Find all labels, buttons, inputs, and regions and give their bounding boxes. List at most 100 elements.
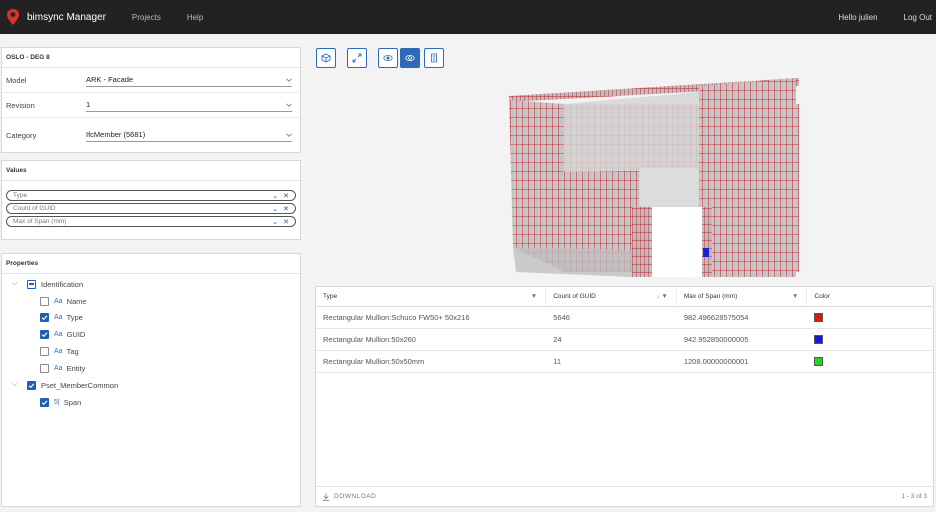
checkbox-type[interactable]: [40, 312, 49, 322]
color-swatch[interactable]: [814, 335, 824, 344]
checkbox-entity[interactable]: [40, 363, 49, 373]
expand-icon: [352, 53, 362, 63]
cell-type: Rectangular Mullion:50x50mm: [323, 357, 425, 366]
cube-icon: [321, 53, 331, 63]
download-button[interactable]: DOWNLOAD: [322, 493, 376, 501]
properties-panel: Properties ⌵ Identification Aa Name Aa T…: [1, 253, 301, 507]
pagination-info: 1 - 3 of 3: [901, 493, 927, 500]
value-chip-count-of-guid[interactable]: Count of GUID ⌄ ✕: [6, 203, 296, 214]
model-select[interactable]: ARK - Facade: [86, 73, 292, 87]
model-portal-left-frame: [632, 207, 652, 277]
model-viewer[interactable]: [504, 72, 804, 286]
chevron-down-icon[interactable]: ⌄: [272, 192, 278, 200]
view-3d-button[interactable]: [316, 48, 336, 68]
check-icon: [41, 399, 48, 405]
color-swatch[interactable]: [814, 357, 824, 366]
eye-icon: [383, 55, 393, 61]
values-title: Values: [2, 161, 300, 181]
checkbox-pset-membercommon[interactable]: [27, 380, 36, 390]
revision-field-row: Revision 1: [2, 93, 300, 118]
checkbox-tag[interactable]: [40, 346, 49, 356]
top-navbar: bimsync Manager Projects Help Hello juli…: [0, 0, 936, 34]
check-icon: [41, 314, 48, 320]
value-chip-max-of-span[interactable]: Max of Span (mm) ⌄ ✕: [6, 216, 296, 227]
tree-item-tag[interactable]: Aa Tag: [40, 345, 79, 357]
download-label: DOWNLOAD: [334, 493, 377, 500]
filter-icon[interactable]: ▼: [531, 293, 537, 300]
color-swatch[interactable]: [814, 313, 824, 322]
project-title: OSLO - DEG 8: [2, 48, 300, 68]
category-label: Category: [6, 130, 37, 140]
model-atrium-box: [638, 166, 700, 208]
cell-count: 11: [553, 357, 562, 366]
category-select[interactable]: IfcMember (5681): [86, 128, 292, 142]
properties-title: Properties: [2, 254, 300, 274]
checkbox-span[interactable]: [40, 397, 49, 407]
checkbox-guid[interactable]: [40, 329, 49, 339]
cell-count: 24: [553, 335, 562, 344]
tree-item-entity[interactable]: Aa Entity: [40, 362, 85, 374]
model-right-wing: [699, 78, 796, 277]
list-icon: [431, 53, 437, 63]
nav-projects-link[interactable]: Projects: [132, 13, 161, 22]
table-footer: DOWNLOAD 1 - 3 of 3: [316, 486, 933, 506]
model-highlight-blue-member: [703, 248, 709, 257]
tree-item-label: Tag: [66, 346, 79, 356]
cell-max-span: 1208.00000000001: [683, 357, 749, 366]
sort-desc-icon[interactable]: ↓ ▼: [656, 293, 668, 300]
close-icon[interactable]: ✕: [283, 192, 289, 200]
close-icon[interactable]: ✕: [283, 205, 289, 213]
chevron-down-icon[interactable]: ⌵: [12, 381, 21, 389]
value-chip-type[interactable]: Type ⌄ ✕: [6, 190, 296, 201]
show-all-button[interactable]: [378, 48, 398, 68]
building-facade-model[interactable]: [504, 72, 804, 286]
bimsync-logo-icon[interactable]: [7, 9, 19, 25]
tree-group-label: Identification: [41, 279, 84, 289]
tree-item-type[interactable]: Aa Type: [40, 311, 83, 323]
table-row[interactable]: Rectangular Mullion:50x50mm 11 1208.0000…: [316, 351, 933, 373]
model-atrium: [564, 92, 699, 172]
table-row[interactable]: Rectangular Mullion:50x260 24 942.952850…: [316, 329, 933, 351]
chevron-down-icon[interactable]: ⌵: [12, 280, 21, 288]
model-label: Model: [6, 75, 27, 85]
tree-item-label: Entity: [66, 363, 86, 373]
tree-group-identification[interactable]: ⌵ Identification: [12, 278, 83, 290]
tree-group-pset-membercommon[interactable]: ⌵ Pset_MemberCommon: [12, 379, 118, 391]
results-table: Type ▼ Count of GUID ↓ ▼ Max of Span (mm…: [315, 286, 934, 507]
chevron-down-icon: [286, 103, 292, 107]
show-selection-button[interactable]: [400, 48, 420, 68]
eye-outline-icon: [405, 55, 415, 61]
logout-link[interactable]: Log Out: [904, 13, 932, 22]
model-left-wing: [509, 100, 564, 272]
tree-item-span[interactable]: 5| Span: [40, 396, 81, 408]
column-header-type[interactable]: Type ▼: [316, 287, 547, 306]
text-type-icon: Aa: [54, 347, 63, 355]
checkbox-name[interactable]: [40, 296, 49, 306]
check-icon: [28, 382, 35, 388]
tree-item-name[interactable]: Aa Name: [40, 295, 87, 307]
column-header-max-span[interactable]: Max of Span (mm) ▼: [677, 287, 808, 306]
tree-item-label: Type: [66, 312, 83, 322]
user-greeting[interactable]: Hello julien: [838, 13, 877, 22]
cell-max-span: 942.952850000005: [683, 335, 749, 344]
values-panel: Values Type ⌄ ✕ Count of GUID ⌄ ✕ Max of…: [1, 160, 301, 240]
category-field-row: Category IfcMember (5681): [2, 118, 300, 152]
checkbox-identification[interactable]: [27, 279, 36, 289]
text-type-icon: Aa: [54, 364, 63, 372]
table-row[interactable]: Rectangular Mullion:Schuco FW50+ 50x216 …: [316, 307, 933, 329]
filter-icon[interactable]: ▼: [792, 293, 798, 300]
nav-help-link[interactable]: Help: [187, 13, 203, 22]
download-icon: [322, 493, 330, 501]
chevron-down-icon[interactable]: ⌄: [272, 218, 278, 226]
column-header-count[interactable]: Count of GUID ↓ ▼: [546, 287, 677, 306]
app-brand[interactable]: bimsync Manager: [27, 12, 106, 23]
cell-count: 5646: [553, 313, 570, 322]
config-panel: OSLO - DEG 8 Model ARK - Facade Revision…: [1, 47, 301, 153]
revision-select[interactable]: 1: [86, 98, 292, 112]
tree-item-guid[interactable]: Aa GUID: [40, 328, 85, 340]
chevron-down-icon[interactable]: ⌄: [272, 205, 278, 213]
fullscreen-button[interactable]: [347, 48, 367, 68]
properties-list-button[interactable]: [424, 48, 444, 68]
close-icon[interactable]: ✕: [283, 218, 289, 226]
cell-color: [807, 307, 933, 328]
